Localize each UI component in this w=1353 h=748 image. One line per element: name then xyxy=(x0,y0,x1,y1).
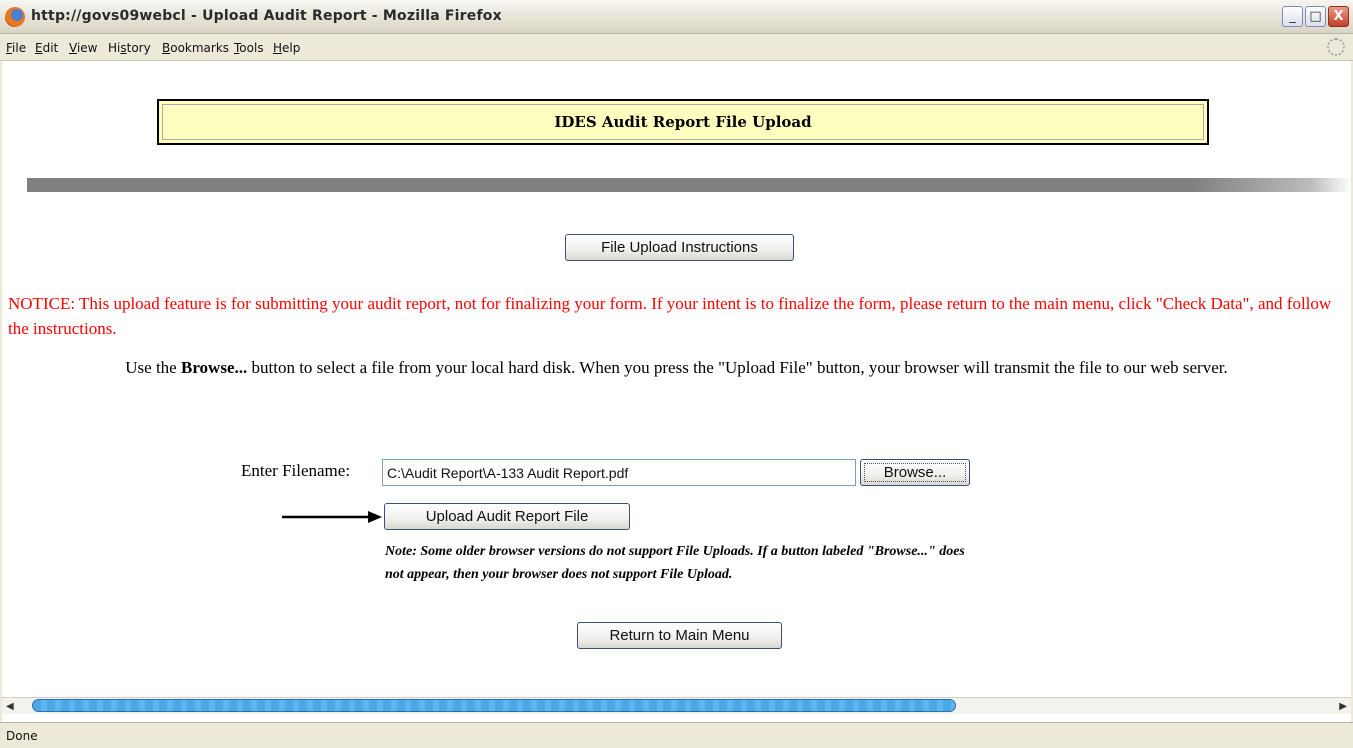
maximize-button[interactable]: □ xyxy=(1305,6,1326,27)
note-line: Note: Some older browser versions do not… xyxy=(385,544,965,559)
firefox-logo-icon xyxy=(5,7,25,27)
scroll-left-arrow-icon[interactable]: ◀ xyxy=(6,701,14,712)
upload-audit-report-button[interactable]: Upload Audit Report File xyxy=(384,503,630,530)
status-text: Done xyxy=(6,729,38,743)
arrow-right-icon xyxy=(282,511,382,523)
horizontal-divider xyxy=(27,178,1351,192)
throbber-icon xyxy=(1327,38,1345,56)
minimize-button[interactable]: _ xyxy=(1282,6,1303,27)
browser-support-note: Note: Some older browser versions do not… xyxy=(385,540,1205,586)
menu-file[interactable]: File xyxy=(6,41,26,55)
menu-help[interactable]: Help xyxy=(273,41,300,55)
menu-view[interactable]: View xyxy=(69,41,97,55)
menu-bookmarks[interactable]: Bookmarks xyxy=(162,41,229,55)
window-title: http://govs09webcl - Upload Audit Report… xyxy=(31,8,502,24)
page-banner: IDES Audit Report File Upload xyxy=(157,99,1209,145)
note-line: not appear, then your browser does not s… xyxy=(385,567,733,582)
menu-tools[interactable]: Tools xyxy=(234,41,264,55)
menu-edit[interactable]: Edit xyxy=(35,41,58,55)
return-to-main-menu-button[interactable]: Return to Main Menu xyxy=(577,622,782,649)
scroll-right-arrow-icon[interactable]: ▶ xyxy=(1339,701,1347,712)
file-upload-instructions-button[interactable]: File Upload Instructions xyxy=(565,234,794,261)
close-button[interactable]: X xyxy=(1328,6,1349,27)
window-title-bar[interactable]: http://govs09webcl - Upload Audit Report… xyxy=(0,0,1353,34)
notice-text: NOTICE: This upload feature is for submi… xyxy=(8,294,1332,338)
status-bar: Done xyxy=(0,722,1353,748)
filename-input[interactable] xyxy=(382,459,856,486)
horizontal-scrollbar[interactable]: ◀ ▶ xyxy=(2,697,1351,714)
instructions-text: Use the Browse... button to select a fil… xyxy=(125,358,1228,377)
page-content: IDES Audit Report File Upload File Uploa… xyxy=(2,61,1351,722)
menu-history[interactable]: History xyxy=(108,41,151,55)
scrollbar-thumb[interactable] xyxy=(32,699,956,712)
browse-button[interactable]: Browse... xyxy=(860,459,970,486)
filename-label: Enter Filename: xyxy=(241,461,351,480)
menu-bar: File Edit View History Bookmarks Tools H… xyxy=(0,34,1353,61)
page-title: IDES Audit Report File Upload xyxy=(554,113,812,131)
